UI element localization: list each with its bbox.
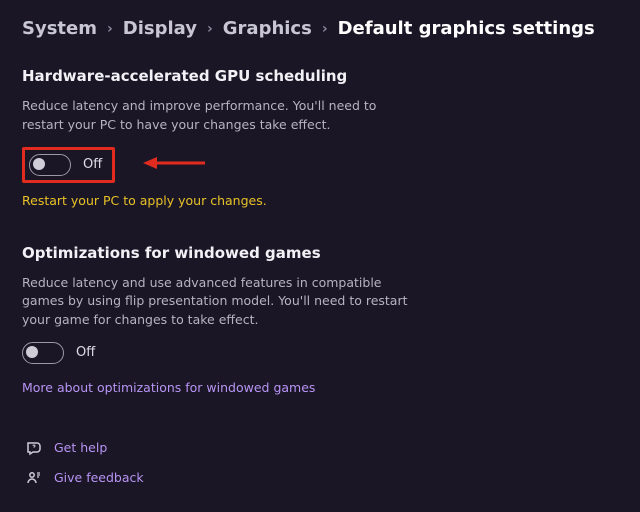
get-help-label: Get help xyxy=(54,440,107,455)
section-windowed-games: Optimizations for windowed games Reduce … xyxy=(22,244,618,396)
breadcrumb-display[interactable]: Display xyxy=(123,18,197,39)
feedback-icon xyxy=(26,470,42,486)
gpu-scheduling-restart-warning: Restart your PC to apply your changes. xyxy=(22,193,618,208)
breadcrumb: System › Display › Graphics › Default gr… xyxy=(22,18,618,39)
gpu-scheduling-description: Reduce latency and improve performance. … xyxy=(22,97,412,135)
windowed-games-toggle[interactable] xyxy=(22,342,64,364)
give-feedback-link[interactable]: Give feedback xyxy=(26,470,618,486)
windowed-games-learn-more-link[interactable]: More about optimizations for windowed ga… xyxy=(22,380,315,395)
breadcrumb-graphics[interactable]: Graphics xyxy=(223,18,312,39)
breadcrumb-current: Default graphics settings xyxy=(338,18,595,39)
toggle-knob-icon xyxy=(33,158,45,170)
windowed-games-toggle-label: Off xyxy=(76,345,95,360)
gpu-scheduling-toggle-label: Off xyxy=(83,157,102,172)
footer-links: Get help Give feedback xyxy=(22,440,618,486)
gpu-scheduling-title: Hardware-accelerated GPU scheduling xyxy=(22,67,618,85)
chevron-right-icon: › xyxy=(322,21,328,37)
gpu-scheduling-toggle[interactable] xyxy=(29,154,71,176)
chevron-right-icon: › xyxy=(207,21,213,37)
annotation-arrow-icon xyxy=(143,154,207,176)
toggle-knob-icon xyxy=(26,346,38,358)
annotation-highlight-box: Off xyxy=(22,147,115,183)
windowed-games-title: Optimizations for windowed games xyxy=(22,244,618,262)
windowed-games-description: Reduce latency and use advanced features… xyxy=(22,274,412,330)
help-icon xyxy=(26,440,42,456)
section-gpu-scheduling: Hardware-accelerated GPU scheduling Redu… xyxy=(22,67,618,208)
chevron-right-icon: › xyxy=(107,21,113,37)
give-feedback-label: Give feedback xyxy=(54,470,144,485)
breadcrumb-system[interactable]: System xyxy=(22,18,97,39)
get-help-link[interactable]: Get help xyxy=(26,440,618,456)
